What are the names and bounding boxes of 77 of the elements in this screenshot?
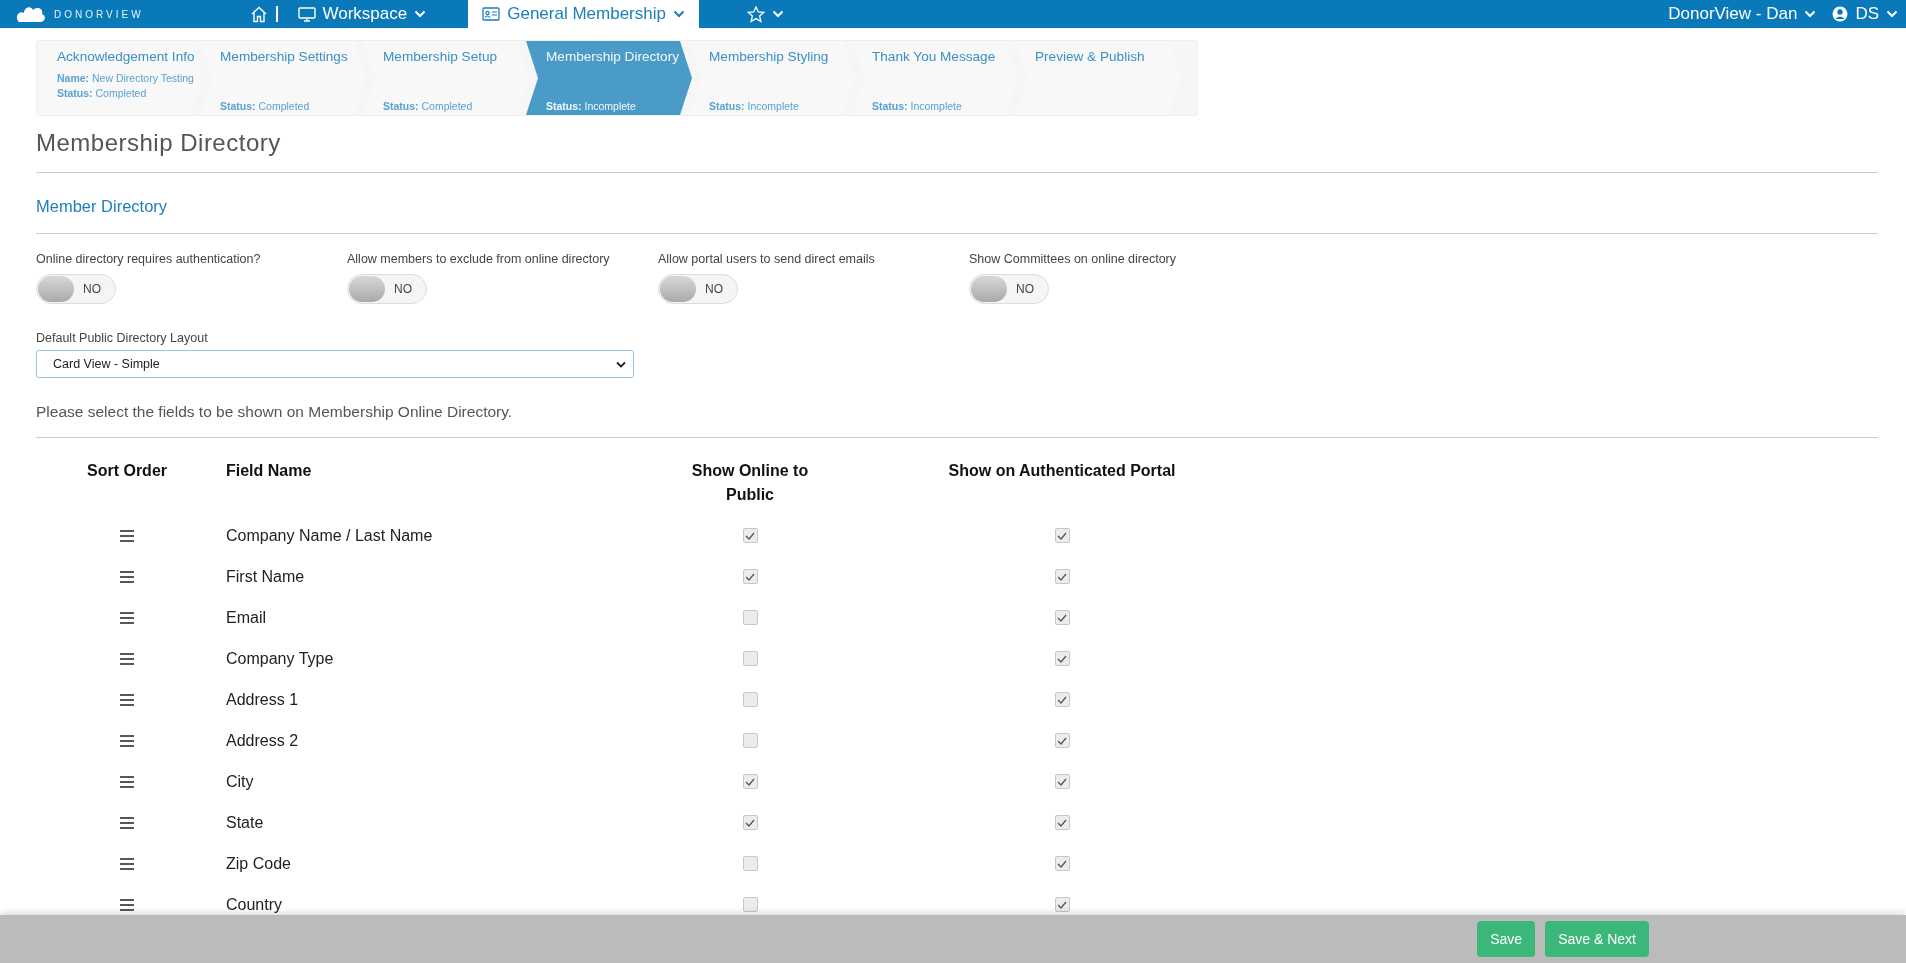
drag-handle-icon[interactable]: [120, 652, 134, 665]
select-label: Default Public Directory Layout: [36, 331, 209, 345]
field-name: Email: [226, 608, 267, 627]
checkbox[interactable]: [1054, 692, 1070, 707]
logo-icon: [16, 5, 46, 23]
checkbox[interactable]: [1054, 610, 1070, 625]
field-name: State: [226, 813, 265, 832]
checkbox[interactable]: [742, 692, 758, 707]
column-header: Field Name: [226, 461, 313, 481]
toggle-switch[interactable]: NO: [969, 274, 1049, 304]
home-icon[interactable]: [250, 5, 268, 23]
chevron-down-icon: [1804, 10, 1817, 18]
checkbox[interactable]: [1054, 733, 1070, 748]
checkbox[interactable]: [1054, 856, 1070, 871]
drag-handle-icon[interactable]: [120, 693, 134, 706]
drag-handle-icon[interactable]: [120, 570, 134, 583]
chevron-down-icon: [414, 10, 427, 18]
checkbox[interactable]: [742, 528, 758, 543]
checkbox[interactable]: [742, 856, 758, 871]
field-name: Company Name / Last Name: [226, 526, 434, 545]
checkbox[interactable]: [1054, 569, 1070, 584]
checkbox[interactable]: [742, 815, 758, 830]
field-name: Zip Code: [226, 854, 292, 873]
drag-handle-icon[interactable]: [120, 611, 134, 624]
toggle-switch[interactable]: NO: [347, 274, 427, 304]
checkbox[interactable]: [742, 569, 758, 584]
column-header: Show Online to Public: [690, 461, 810, 505]
field-name: First Name: [226, 567, 306, 586]
toggle-label: Show Committees on online directory: [969, 252, 1178, 266]
column-header: Show on Authenticated Portal: [947, 461, 1177, 481]
drag-handle-icon[interactable]: [120, 734, 134, 747]
toggle-switch[interactable]: NO: [36, 274, 116, 304]
chevron-down-icon: [771, 10, 784, 18]
wizard-step[interactable]: Membership Directory Status: Incomplete: [526, 41, 692, 115]
toggle-switch[interactable]: NO: [658, 274, 738, 304]
checkbox[interactable]: [742, 774, 758, 789]
module-tab[interactable]: General Membership: [468, 0, 699, 28]
checkbox[interactable]: [1054, 651, 1070, 666]
save-button[interactable]: Save: [1477, 921, 1536, 957]
workspace-menu[interactable]: Workspace: [289, 0, 435, 28]
toggle-label: Allow portal users to send direct emails: [658, 252, 876, 266]
checkbox[interactable]: [742, 610, 758, 625]
section-title: Member Directory: [36, 197, 169, 216]
checkbox[interactable]: [1054, 815, 1070, 830]
toggle-label: Allow members to exclude from online directory: [347, 252, 611, 266]
field-name: Country: [226, 895, 284, 914]
star-icon: [746, 5, 765, 23]
field-name: Company Type: [226, 649, 335, 668]
checkbox[interactable]: [742, 897, 758, 912]
monitor-icon: [297, 6, 316, 22]
chevron-down-icon: [672, 10, 685, 18]
column-header: Sort Order: [86, 461, 168, 481]
chevron-down-icon: [1886, 10, 1898, 18]
account-menu[interactable]: DonorView - Dan: [1660, 0, 1825, 28]
user-avatar-icon: [1832, 6, 1849, 22]
chevron-down-icon: [616, 360, 626, 368]
save-button[interactable]: Save & Next: [1545, 921, 1649, 957]
user-menu[interactable]: DS: [1824, 0, 1906, 28]
drag-handle-icon[interactable]: [120, 775, 134, 788]
field-name: Address 2: [226, 731, 300, 750]
toggle-label: Online directory requires authentication?: [36, 252, 262, 266]
logo-text: DONORVIEW: [54, 8, 144, 20]
checkbox[interactable]: [742, 651, 758, 666]
checkbox[interactable]: [1054, 528, 1070, 543]
field-name: Address 1: [226, 690, 300, 709]
drag-handle-icon[interactable]: [120, 898, 134, 911]
drag-handle-icon[interactable]: [120, 816, 134, 829]
checkbox[interactable]: [1054, 897, 1070, 912]
instructions-text: Please select the fields to be shown on Membership Online Directory.: [36, 403, 514, 421]
checkbox[interactable]: [1054, 774, 1070, 789]
layout-select[interactable]: Card View - Simple: [36, 350, 634, 378]
drag-handle-icon[interactable]: [120, 857, 134, 870]
page-title: Membership Directory: [36, 129, 282, 157]
checkbox[interactable]: [742, 733, 758, 748]
drag-handle-icon[interactable]: [120, 529, 134, 542]
id-card-icon: [482, 7, 501, 21]
field-name: City: [226, 772, 255, 791]
